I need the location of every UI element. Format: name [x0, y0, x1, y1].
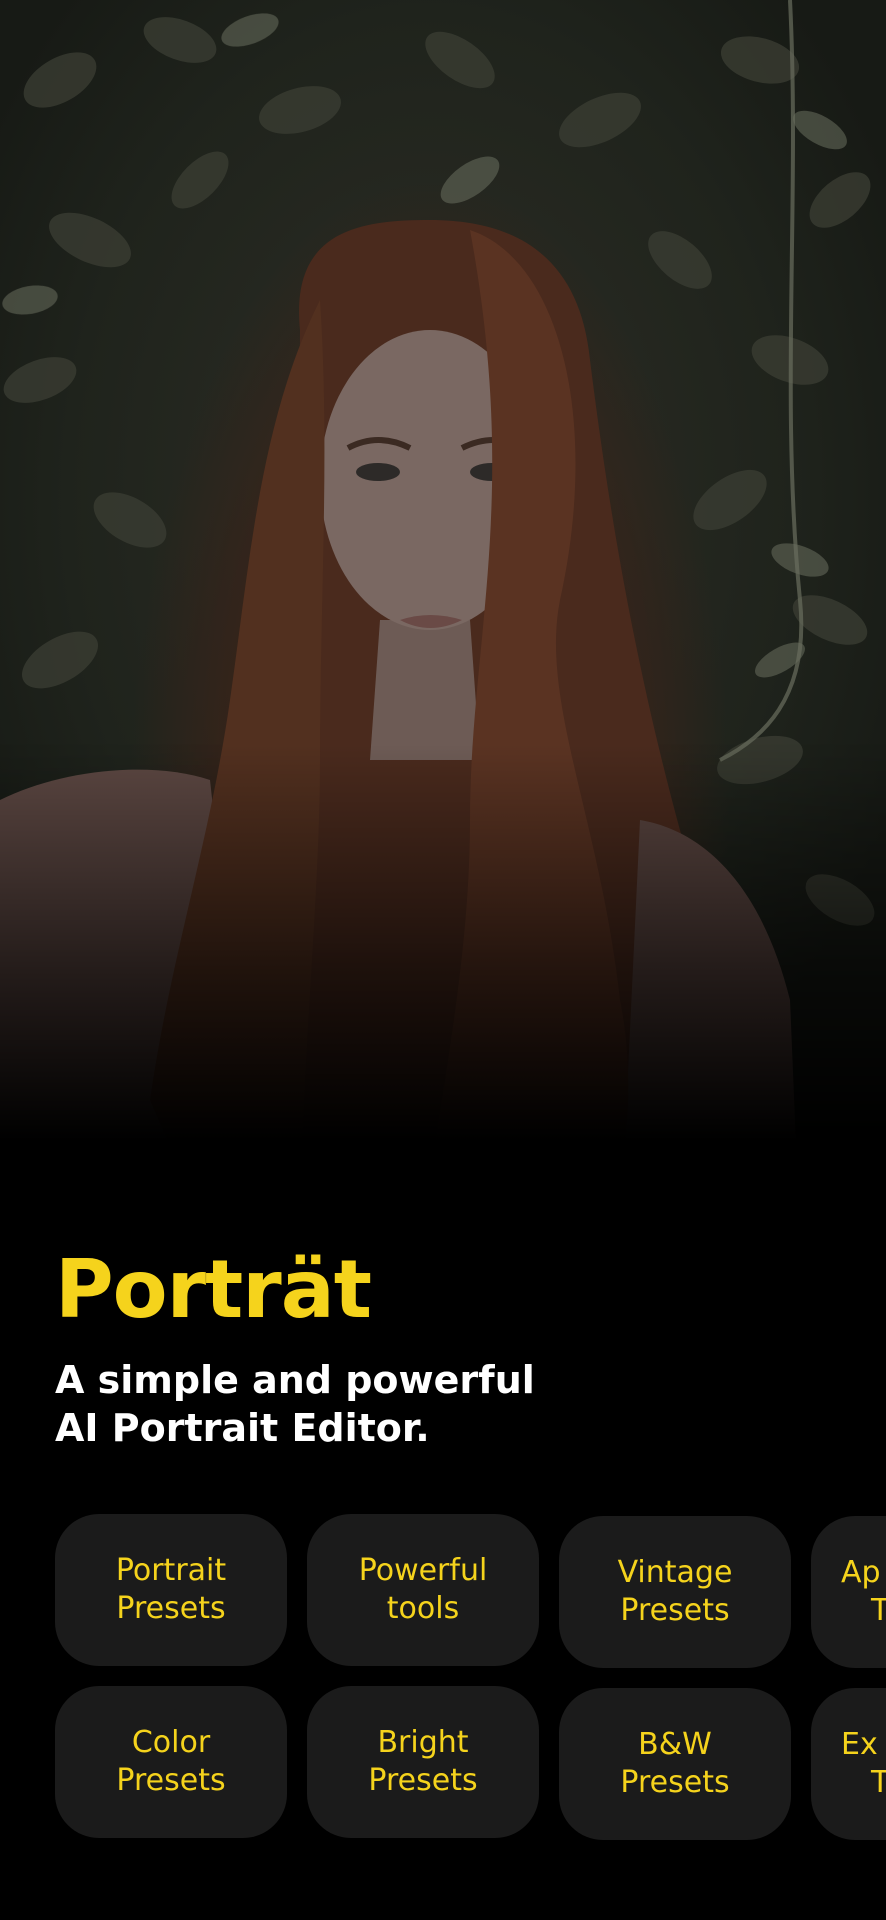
chip-label-line-2: Presets — [116, 1763, 226, 1798]
chip-label-line-2: Presets — [620, 1593, 730, 1628]
chip-powerful-tools[interactable]: Powerful tools — [307, 1514, 539, 1666]
chip-color-presets[interactable]: Color Presets — [55, 1686, 287, 1838]
chip-label-line-2: T — [871, 1765, 886, 1800]
chip-label-line-1: Color — [131, 1725, 211, 1760]
chip-vintage-presets[interactable]: Vintage Presets — [559, 1516, 791, 1668]
chip-label-line-1: B&W — [638, 1727, 712, 1762]
subtitle-line-2: AI Portrait Editor. — [55, 1406, 430, 1450]
chip-label-line-2: tools — [386, 1591, 460, 1626]
chip-label-line-2: Presets — [116, 1591, 226, 1626]
chip-label-line-1: Portrait — [115, 1553, 227, 1588]
app-subtitle: A simple and powerful AI Portrait Editor… — [55, 1356, 755, 1452]
chip-label-line-1: Bright — [377, 1725, 469, 1760]
chip-label-line-2: Presets — [368, 1763, 478, 1798]
chip-label-line-2: Presets — [620, 1765, 730, 1800]
subtitle-line-1: A simple and powerful — [55, 1358, 535, 1402]
chip-label-line-2: T — [871, 1593, 886, 1628]
chip-label-line-1: Ex — [841, 1727, 878, 1762]
chip-bright-presets[interactable]: Bright Presets — [307, 1686, 539, 1838]
chip-label-line-1: Powerful — [358, 1553, 488, 1588]
hero-gradient-overlay — [0, 0, 886, 1240]
chip-label-line-1: Vintage — [617, 1555, 733, 1590]
chip-partial-2[interactable]: Ex T — [811, 1688, 886, 1840]
chip-label-line-1: Ap — [841, 1555, 881, 1590]
app-title: Porträt — [55, 1243, 372, 1336]
hero-portrait-image — [0, 0, 886, 1240]
chip-bw-presets[interactable]: B&W Presets — [559, 1688, 791, 1840]
chip-partial-1[interactable]: Ap T — [811, 1516, 886, 1668]
chip-portrait-presets[interactable]: Portrait Presets — [55, 1514, 287, 1666]
